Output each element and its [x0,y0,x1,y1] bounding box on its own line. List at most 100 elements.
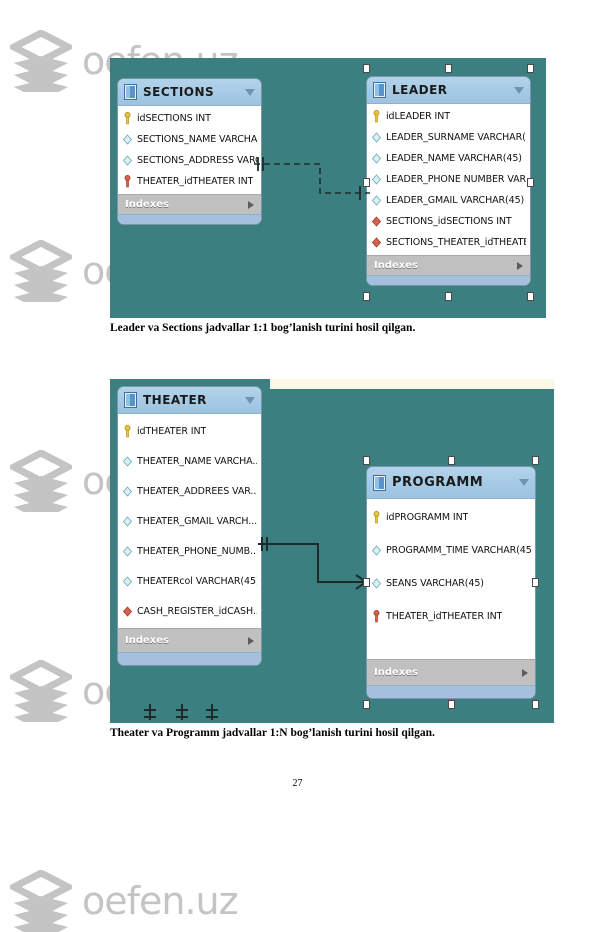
er-indexes-label: Indexes [374,260,418,271]
column-icon [122,155,133,166]
er-table-header[interactable]: THEATER [118,387,261,414]
er-field-label: SECTIONS_THEATER_idTHEATE... [386,237,526,248]
primary-key-icon [373,511,380,524]
selection-handle-bottom-right[interactable] [532,700,539,709]
er-field-label: CASH_REGISTER_idCASH... [137,605,257,617]
column-icon [122,134,133,145]
er-field-row[interactable]: LEADER_GMAIL VARCHAR(45) [367,190,530,211]
er-field-label: idLEADER INT [386,111,450,122]
er-field-label: THEATER_ADDREES VAR.... [137,485,257,497]
column-icon [122,515,133,527]
er-table-name: PROGRAMM [392,475,484,490]
er-field-label: LEADER_GMAIL VARCHAR(45) [386,195,525,206]
er-field-row[interactable]: THEATER_idTHEATER INT [118,171,261,192]
er-table-sections[interactable]: SECTIONS idSECTIONS INT SECTIONS_NAME VA… [117,78,262,225]
selection-handle-bottom-right[interactable] [527,292,534,301]
selection-handle-mid-left[interactable] [363,178,370,187]
er-field-row[interactable]: THEATER_NAME VARCHA... [118,446,261,476]
chevron-down-icon[interactable] [245,88,255,96]
er-field-label: SEANS VARCHAR(45) [386,578,484,589]
er-field-label: LEADER_PHONE NUMBER VARC... [386,174,526,185]
er-indexes-bar[interactable]: Indexes [118,628,261,652]
selection-handle-top-left[interactable] [363,456,370,465]
er-table-name: THEATER [143,393,207,407]
er-field-list: idPROGRAMM INT PROGRAMM_TIME VARCHAR(45)… [367,499,535,635]
relationship-connector-1-n [258,537,367,590]
selection-handle-bottom-left[interactable] [363,292,370,301]
selection-handle-bottom-center[interactable] [445,292,452,301]
er-table-footer [118,652,261,665]
er-table-theater[interactable]: THEATER idTHEATER INT THEATER_NAME VARCH… [117,386,262,666]
er-field-label: SECTIONS_idSECTIONS INT [386,216,512,227]
er-field-label: SECTIONS_ADDRESS VARC... [137,155,257,166]
column-icon [122,455,133,467]
er-indexes-bar[interactable]: Indexes [118,194,261,214]
er-indexes-bar[interactable]: Indexes [367,659,535,685]
er-field-row[interactable]: LEADER_NAME VARCHAR(45) [367,148,530,169]
selection-handle-bottom-left[interactable] [363,700,370,709]
er-table-header[interactable]: LEADER [367,77,530,104]
selection-handle-bottom-center[interactable] [448,700,455,709]
foreign-key-diamond-icon [371,237,382,248]
er-field-row[interactable]: LEADER_SURNAME VARCHAR(45) [367,127,530,148]
selection-handle-top-left[interactable] [363,64,370,73]
selection-handle-top-center[interactable] [445,64,452,73]
theater-relationship-stubs [144,704,218,720]
er-table-footer [118,214,261,224]
foreign-key-diamond-icon [122,605,133,617]
chevron-right-icon[interactable] [517,261,523,270]
er-table-header[interactable]: SECTIONS [118,79,261,106]
page-number: 27 [292,778,303,789]
primary-key-icon [373,110,380,123]
er-field-list: idLEADER INT LEADER_SURNAME VARCHAR(45) … [367,104,530,255]
er-field-row[interactable]: THEATER_idTHEATER INT [367,600,535,633]
selection-handle-mid-right[interactable] [532,578,539,587]
er-indexes-label: Indexes [125,635,169,646]
er-field-label: THEATER_GMAIL VARCH... [137,515,257,527]
selection-handle-mid-left[interactable] [363,578,370,587]
er-field-row[interactable]: SECTIONS_idSECTIONS INT [367,211,530,232]
er-table-header[interactable]: PROGRAMM [367,467,535,499]
er-field-row[interactable]: PROGRAMM_TIME VARCHAR(45) [367,534,535,567]
foreign-key-icon [373,610,380,623]
relationship-connector-1-1 [254,157,370,200]
er-table-programm[interactable]: PROGRAMM idPROGRAMM INT PROGRAMM_TIME VA… [366,466,536,699]
document-page: SECTIONS idSECTIONS INT SECTIONS_NAME VA… [0,0,595,842]
diagram-2-caption: Theater va Programm jadvallar 1:N bog’la… [110,727,435,739]
column-icon [371,132,382,143]
selection-handle-top-right[interactable] [527,64,534,73]
selection-handle-top-right[interactable] [532,456,539,465]
diagram-1-caption: Leader va Sections jadvallar 1:1 bog’lan… [110,322,416,334]
er-table-leader[interactable]: LEADER idLEADER INT LEADER_SURNAME VARCH… [366,76,531,286]
er-field-row[interactable]: idTHEATER INT [118,416,261,446]
primary-key-icon [124,112,131,125]
er-field-row[interactable]: idSECTIONS INT [118,108,261,129]
table-icon [373,82,386,98]
er-field-row[interactable]: THEATERcol VARCHAR(45) [118,566,261,596]
chevron-down-icon[interactable] [245,396,255,404]
selection-handle-top-center[interactable] [448,456,455,465]
chevron-down-icon[interactable] [514,86,524,94]
selection-handle-mid-right[interactable] [527,178,534,187]
er-field-row[interactable]: LEADER_PHONE NUMBER VARC... [367,169,530,190]
er-field-row[interactable]: THEATER_GMAIL VARCH... [118,506,261,536]
er-field-row[interactable]: SECTIONS_THEATER_idTHEATE... [367,232,530,253]
er-field-row[interactable]: SEANS VARCHAR(45) [367,567,535,600]
watermark-unit: oefen.uz [10,870,239,932]
er-field-label: PROGRAMM_TIME VARCHAR(45) [386,545,531,556]
er-field-row[interactable]: CASH_REGISTER_idCASH... [118,596,261,626]
column-icon [122,485,133,497]
er-field-label: THEATER_idTHEATER INT [137,176,254,187]
chevron-right-icon[interactable] [522,668,528,677]
er-field-row[interactable]: THEATER_PHONE_NUMB... [118,536,261,566]
chevron-down-icon[interactable] [519,479,529,486]
er-field-row[interactable]: idLEADER INT [367,106,530,127]
er-field-row[interactable]: idPROGRAMM INT [367,501,535,534]
er-field-row[interactable]: SECTIONS_ADDRESS VARC... [118,150,261,171]
er-table-footer [367,275,530,285]
er-indexes-bar[interactable]: Indexes [367,255,530,275]
chevron-right-icon[interactable] [248,636,254,645]
er-field-label: idSECTIONS INT [137,113,211,124]
er-field-row[interactable]: THEATER_ADDREES VAR.... [118,476,261,506]
er-field-row[interactable]: SECTIONS_NAME VARCHAR... [118,129,261,150]
